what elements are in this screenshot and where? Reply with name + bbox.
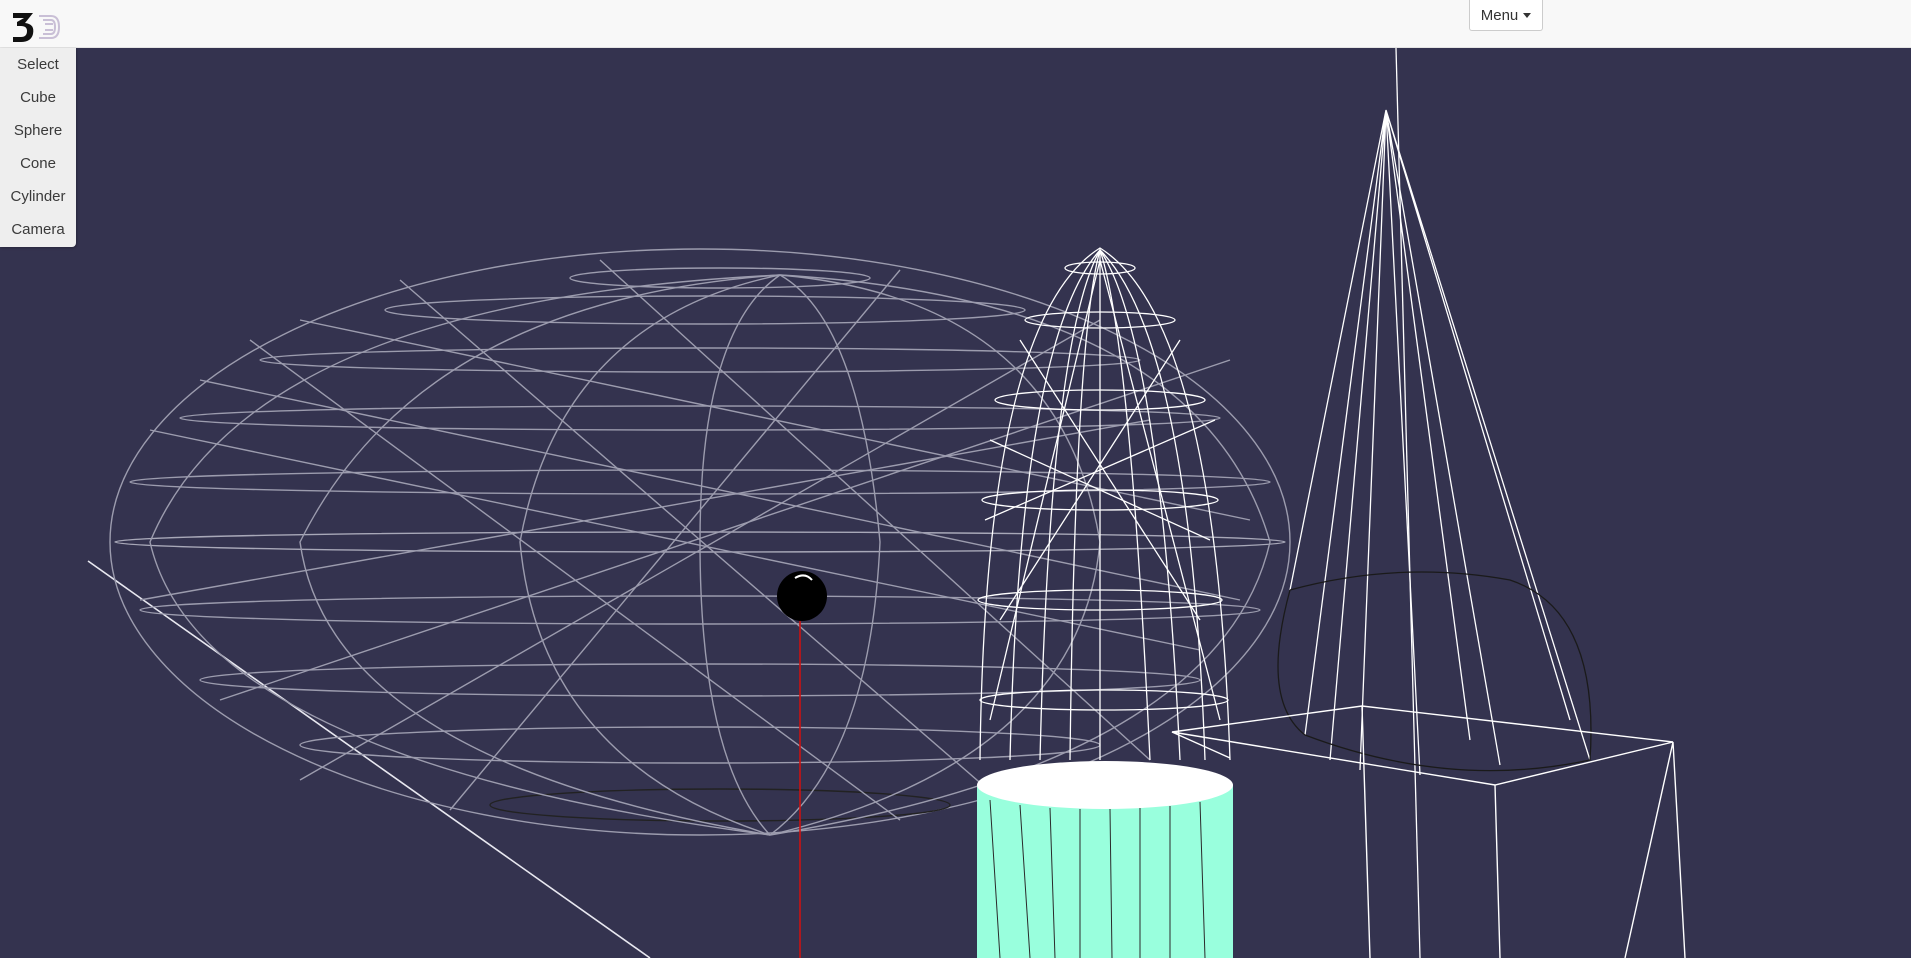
camera-handle-sphere[interactable] — [777, 571, 827, 621]
tool-cylinder-button[interactable]: Cylinder — [0, 180, 76, 213]
caret-down-icon — [1523, 12, 1532, 18]
camera-frustum[interactable] — [1171, 705, 1686, 958]
menu-label: Menu — [1480, 6, 1519, 24]
cylinder[interactable] — [977, 761, 1233, 958]
3d-editor-logo-icon[interactable] — [11, 10, 71, 44]
cone-wireframe[interactable] — [1277, 48, 1592, 958]
top-navbar: Menu — [0, 0, 1911, 48]
tool-cone-button[interactable]: Cone — [0, 147, 76, 180]
tool-cube-button[interactable]: Cube — [0, 81, 76, 114]
menu-dropdown-button[interactable]: Menu — [1469, 0, 1543, 31]
ellipsoid-wireframe[interactable] — [109, 248, 1291, 836]
tool-sphere-button[interactable]: Sphere — [0, 114, 76, 147]
tool-camera-button[interactable]: Camera — [0, 213, 76, 246]
grid-line — [87, 560, 651, 958]
3d-viewport[interactable] — [0, 48, 1911, 958]
tool-sidebar: Select Cube Sphere Cone Cylinder Camera — [0, 48, 76, 247]
tool-select-button[interactable]: Select — [0, 48, 76, 81]
